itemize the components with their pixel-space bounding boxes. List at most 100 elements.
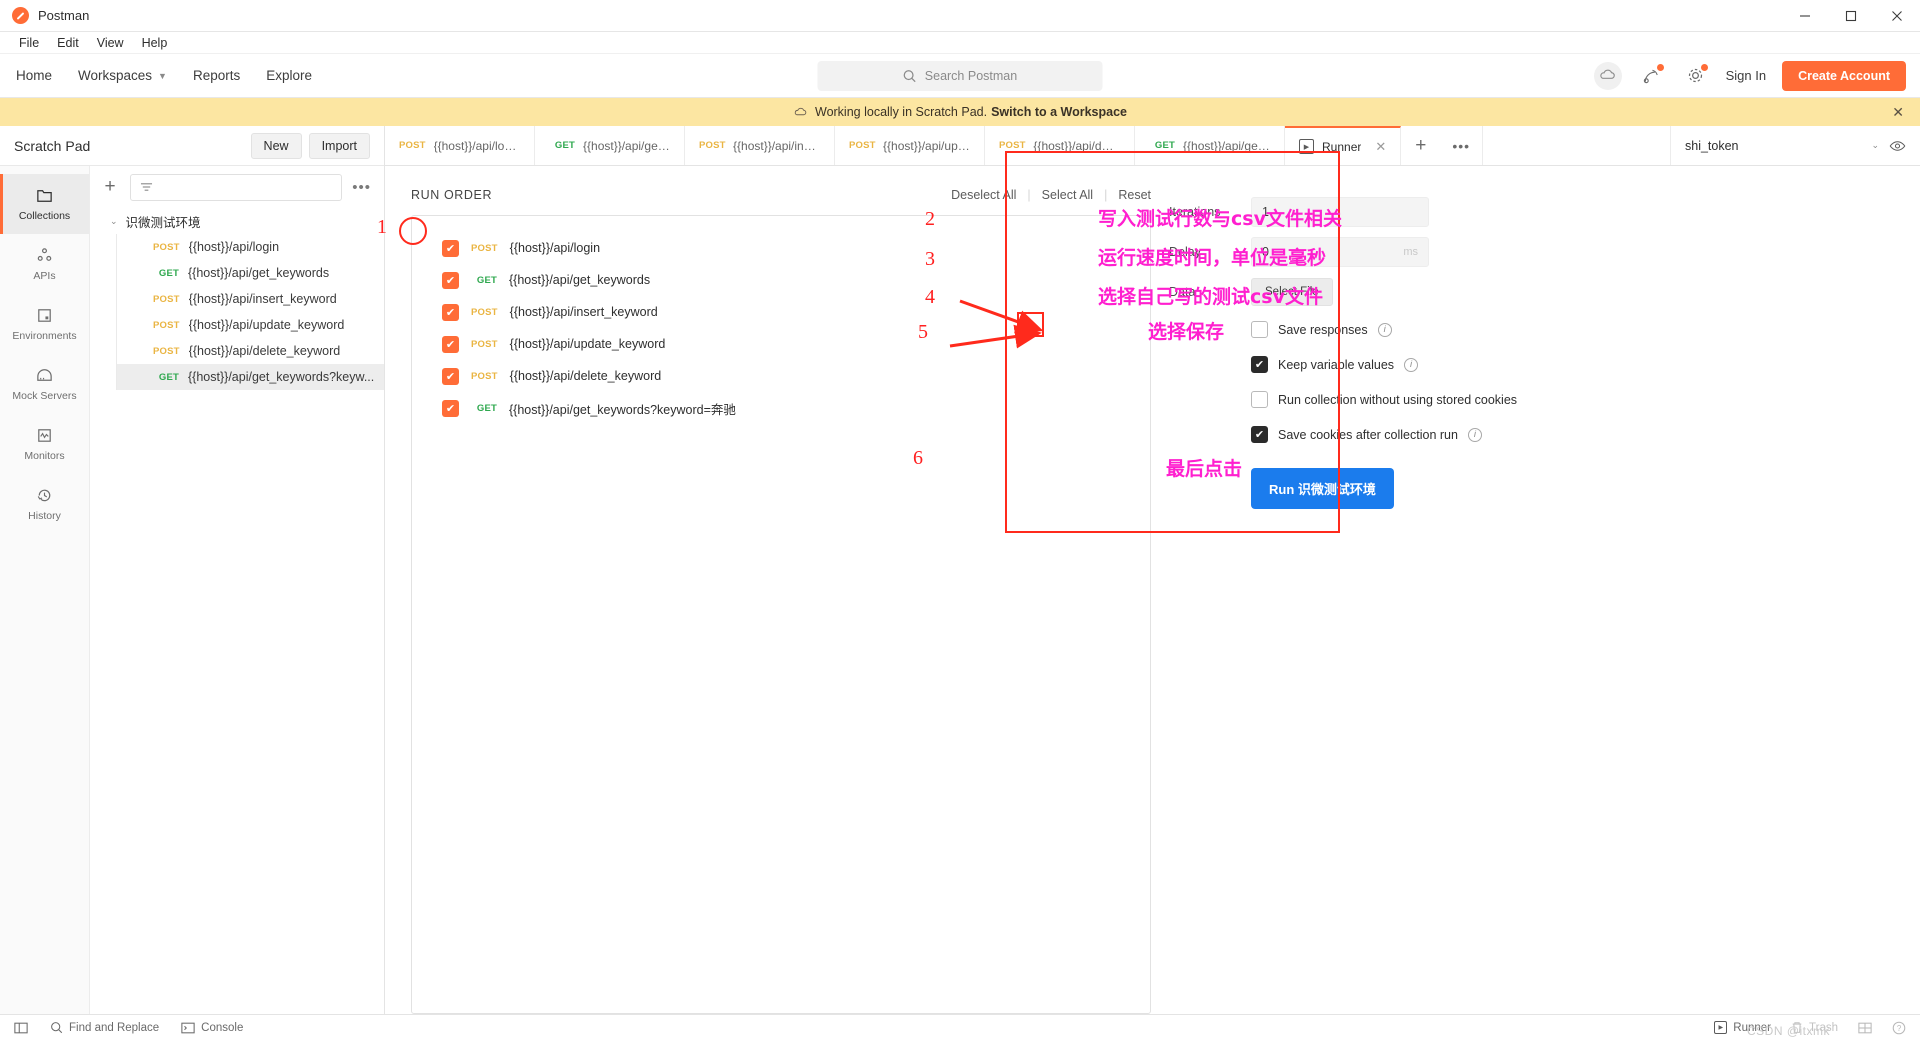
- help-icon[interactable]: ?: [1892, 1021, 1906, 1035]
- list-item[interactable]: ✔ POST {{host}}/api/delete_keyword: [412, 360, 1150, 392]
- add-collection-button[interactable]: +: [100, 176, 120, 198]
- tab-label: {{host}}/api/get_k...: [1183, 138, 1270, 153]
- switch-workspace-link[interactable]: Switch to a Workspace: [991, 105, 1127, 119]
- menu-edit[interactable]: Edit: [48, 32, 88, 54]
- reset-button[interactable]: Reset: [1118, 188, 1151, 202]
- run-item-checkbox[interactable]: ✔: [442, 367, 459, 385]
- sidebar-item-monitors[interactable]: Monitors: [0, 414, 89, 474]
- list-item[interactable]: ✔ GET {{host}}/api/get_keywords: [412, 264, 1150, 296]
- run-collection-button[interactable]: Run 识微测试环境: [1251, 468, 1394, 509]
- info-icon[interactable]: i: [1467, 427, 1482, 442]
- run-item-checkbox[interactable]: ✔: [442, 271, 459, 289]
- iterations-input[interactable]: 1: [1251, 197, 1429, 227]
- new-button[interactable]: New: [250, 132, 302, 159]
- tab-request-login[interactable]: POST {{host}}/api/login: [385, 126, 535, 165]
- menu-file[interactable]: File: [10, 32, 48, 54]
- tab-request-update-keyword[interactable]: POST {{host}}/api/upd...: [835, 126, 985, 165]
- select-file-button[interactable]: Select File: [1251, 278, 1333, 306]
- run-item-name: {{host}}/api/update_keyword: [509, 337, 666, 351]
- run-item-checkbox[interactable]: ✔: [442, 335, 459, 353]
- tab-runner[interactable]: ▶ Runner ✕: [1285, 126, 1402, 165]
- option-save-cookies[interactable]: ✔ Save cookies after collection run i: [1169, 417, 1621, 452]
- sidebar-item-apis[interactable]: APIs: [0, 234, 89, 294]
- list-item[interactable]: POST {{host}}/api/update_keyword: [116, 312, 384, 338]
- request-method: GET: [158, 267, 179, 279]
- run-item-checkbox[interactable]: ✔: [442, 303, 459, 321]
- tab-request-insert-keyword[interactable]: POST {{host}}/api/inse...: [685, 126, 835, 165]
- sidebar-item-collections[interactable]: Collections: [0, 174, 89, 234]
- satellite-icon[interactable]: [1638, 62, 1666, 90]
- collections-more-icon[interactable]: •••: [352, 179, 371, 196]
- tab-request-get-keywords[interactable]: GET {{host}}/api/get_k...: [535, 126, 685, 165]
- deselect-all-button[interactable]: Deselect All: [951, 188, 1016, 202]
- banner-close-icon[interactable]: ✕: [1892, 104, 1904, 121]
- keep-variable-values-checkbox[interactable]: ✔: [1251, 356, 1268, 373]
- sidebar-item-history[interactable]: History: [0, 474, 89, 534]
- option-keep-variable-values[interactable]: ✔ Keep variable values i: [1169, 347, 1621, 382]
- option-run-without-cookies[interactable]: Run collection without using stored cook…: [1169, 382, 1621, 417]
- tab-method: POST: [999, 140, 1026, 151]
- nav-reports[interactable]: Reports: [193, 68, 240, 83]
- apis-icon: [37, 248, 52, 261]
- run-without-cookies-checkbox[interactable]: [1251, 391, 1268, 408]
- close-icon[interactable]: ✕: [1375, 139, 1386, 155]
- nav-explore[interactable]: Explore: [266, 68, 312, 83]
- search-input[interactable]: Search Postman: [817, 60, 1103, 91]
- two-pane-layout-icon[interactable]: [1858, 1022, 1872, 1034]
- list-item[interactable]: ✔ POST {{host}}/api/login: [412, 232, 1150, 264]
- list-item[interactable]: ✔ POST {{host}}/api/update_keyword: [412, 328, 1150, 360]
- sidebar-label-environments: Environments: [12, 330, 77, 342]
- list-item[interactable]: POST {{host}}/api/insert_keyword: [116, 286, 384, 312]
- tab-method: GET: [554, 140, 575, 151]
- search-icon: [903, 69, 916, 82]
- cloud-sync-icon[interactable]: [1593, 61, 1622, 90]
- menu-view[interactable]: View: [88, 32, 133, 54]
- select-all-button[interactable]: Select All: [1042, 188, 1093, 202]
- save-responses-checkbox[interactable]: [1251, 321, 1268, 338]
- delay-input[interactable]: 0 ms: [1251, 237, 1429, 267]
- gear-badge: [1700, 63, 1708, 71]
- list-item[interactable]: POST {{host}}/api/delete_keyword: [116, 338, 384, 364]
- info-icon[interactable]: i: [1404, 357, 1419, 372]
- tabs-more-icon[interactable]: •••: [1440, 126, 1484, 165]
- list-item[interactable]: GET {{host}}/api/get_keywords: [116, 260, 384, 286]
- sidebar-item-mock-servers[interactable]: Mock Servers: [0, 354, 89, 414]
- collections-toolbar: + •••: [90, 166, 384, 208]
- option-save-responses[interactable]: Save responses i: [1169, 312, 1621, 347]
- nav-workspaces[interactable]: Workspaces ▼: [78, 68, 167, 83]
- list-item[interactable]: GET {{host}}/api/get_keywords?keyw...: [116, 364, 384, 390]
- sidebar-item-environments[interactable]: Environments: [0, 294, 89, 354]
- layout-toggle-button[interactable]: [14, 1022, 28, 1034]
- console-button[interactable]: Console: [181, 1022, 243, 1034]
- list-item[interactable]: ✔ GET {{host}}/api/get_keywords?keyword=…: [412, 392, 1150, 424]
- find-and-replace-button[interactable]: Find and Replace: [50, 1021, 159, 1034]
- save-cookies-checkbox[interactable]: ✔: [1251, 426, 1268, 443]
- svg-text:?: ?: [1897, 1023, 1902, 1032]
- tab-request-delete-keyword[interactable]: POST {{host}}/api/del...: [985, 126, 1135, 165]
- run-item-method: GET: [476, 274, 497, 286]
- collection-node[interactable]: ⌄ 识微测试环境: [90, 208, 384, 234]
- nav-home[interactable]: Home: [16, 68, 52, 83]
- menu-help[interactable]: Help: [133, 32, 177, 54]
- list-item[interactable]: POST {{host}}/api/login: [116, 234, 384, 260]
- close-window-button[interactable]: [1874, 0, 1920, 32]
- chevron-down-icon[interactable]: ⌄: [1871, 140, 1879, 151]
- list-item[interactable]: ✔ POST {{host}}/api/insert_keyword: [412, 296, 1150, 328]
- import-button[interactable]: Import: [308, 132, 370, 159]
- maximize-button[interactable]: [1828, 0, 1874, 32]
- sign-in-link[interactable]: Sign In: [1726, 68, 1766, 83]
- minimize-button[interactable]: [1782, 0, 1828, 32]
- gear-icon[interactable]: [1682, 62, 1710, 90]
- filter-input[interactable]: [130, 173, 343, 201]
- run-order-section: RUN ORDER Deselect All | Select All | Re…: [411, 188, 1151, 1014]
- new-tab-button[interactable]: +: [1401, 126, 1440, 165]
- run-item-checkbox[interactable]: ✔: [442, 399, 459, 417]
- create-account-button[interactable]: Create Account: [1782, 60, 1906, 91]
- tab-request-get-keywords-query[interactable]: GET {{host}}/api/get_k...: [1135, 126, 1285, 165]
- environment-selector[interactable]: shi_token ⌄: [1670, 126, 1920, 165]
- info-icon[interactable]: i: [1377, 322, 1392, 337]
- request-name: {{host}}/api/update_keyword: [188, 318, 345, 332]
- eye-icon[interactable]: [1889, 139, 1906, 153]
- run-item-checkbox[interactable]: ✔: [442, 239, 459, 257]
- scratch-pad-title: Scratch Pad: [14, 137, 91, 154]
